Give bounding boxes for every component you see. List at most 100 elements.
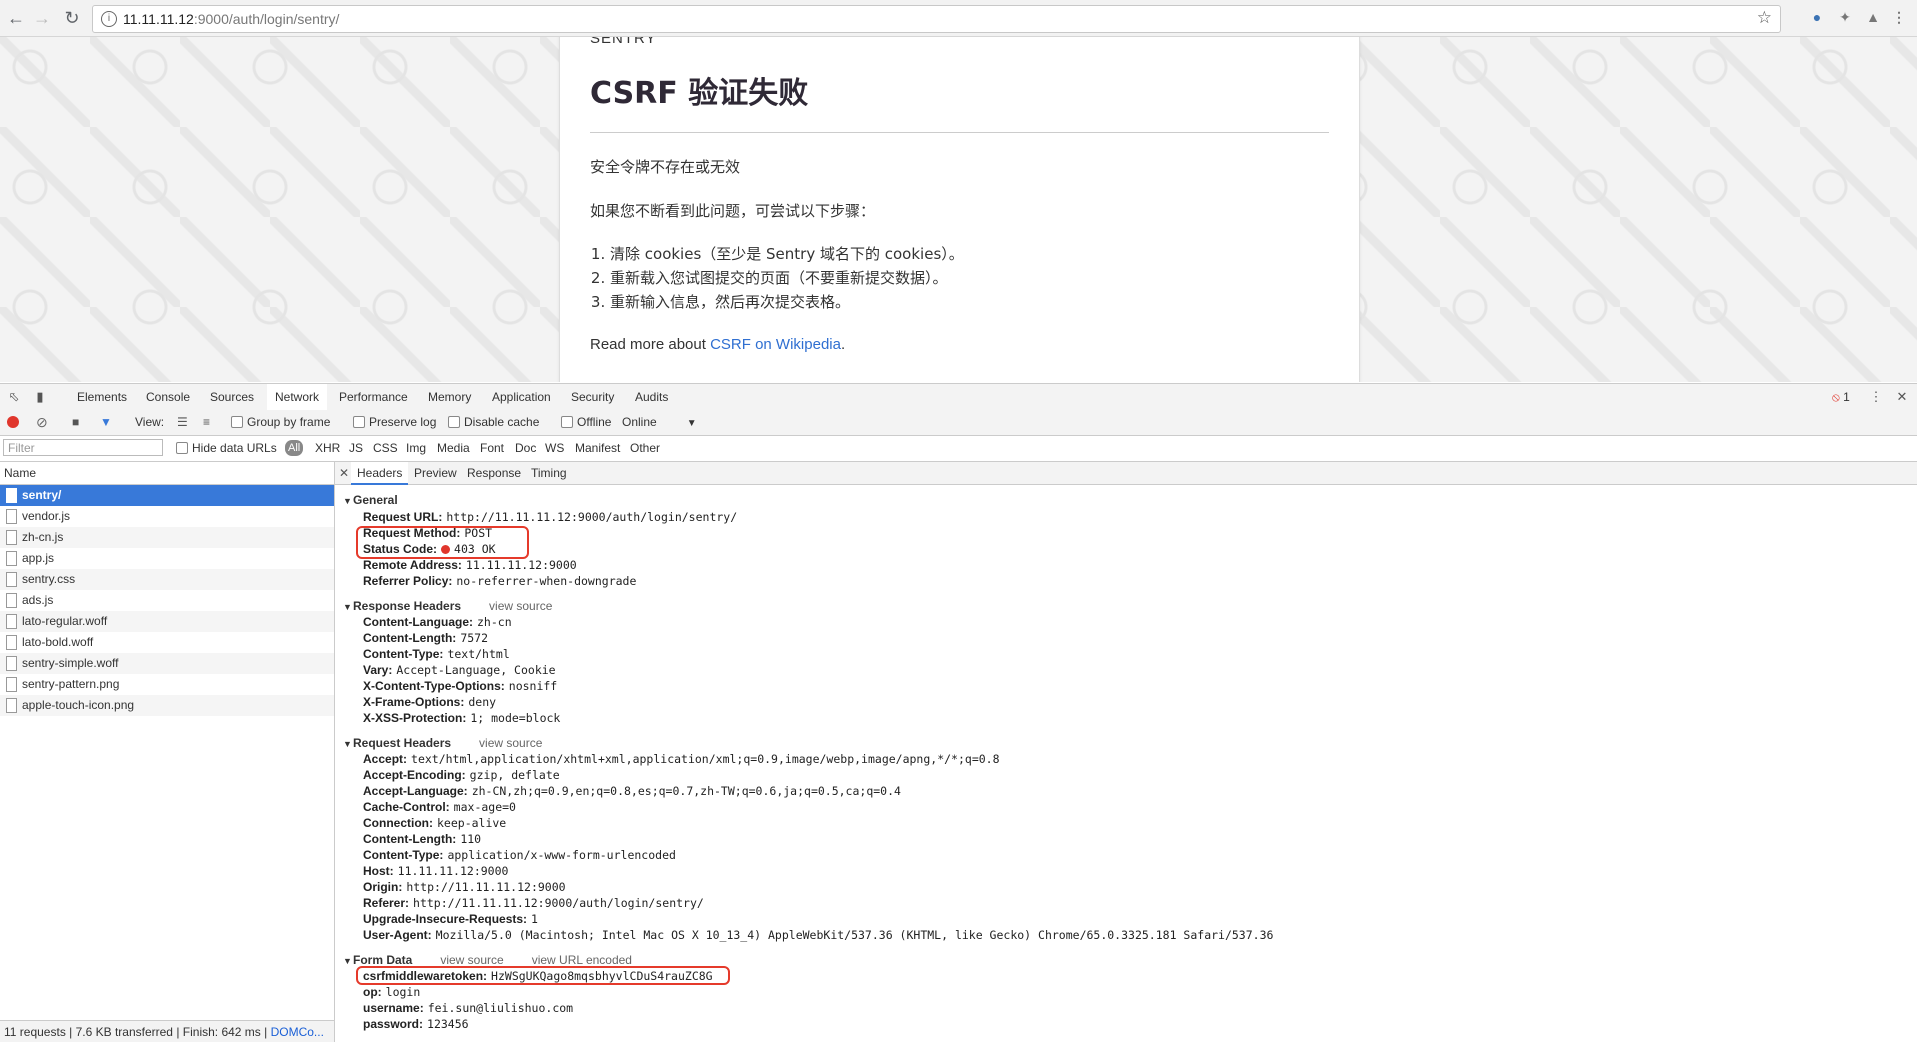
clear-icon[interactable]: ⊘ — [36, 410, 48, 435]
section-form-data[interactable]: ▼Form Data view source view URL encoded — [343, 953, 632, 967]
domcontentloaded-link[interactable]: DOMCo... — [271, 1025, 324, 1039]
filter-all[interactable]: All — [285, 440, 304, 456]
view-url-encoded-link[interactable]: view URL encoded — [532, 953, 632, 967]
request-row[interactable]: sentry-pattern.png — [0, 674, 334, 695]
extension-icon-2[interactable]: ▲ — [1864, 8, 1882, 26]
view-source-link[interactable]: view source — [489, 599, 552, 613]
request-row[interactable]: sentry/ — [0, 485, 334, 506]
request-row[interactable]: app.js — [0, 548, 334, 569]
file-icon — [6, 593, 17, 608]
triangle-down-icon: ▼ — [343, 956, 352, 966]
step-item: 清除 cookies（至少是 Sentry 域名下的 cookies）。 — [610, 242, 964, 266]
header-row: Host: 11.11.11.12:9000 — [363, 864, 509, 878]
steps-list: 清除 cookies（至少是 Sentry 域名下的 cookies）。 重新载… — [590, 242, 964, 314]
bookmark-star-icon[interactable]: ☆ — [1757, 8, 1772, 28]
tab-timing[interactable]: Timing — [531, 462, 567, 484]
filter-xhr[interactable]: XHR — [315, 436, 340, 461]
filter-js[interactable]: JS — [349, 436, 363, 461]
section-request-headers[interactable]: ▼Request Headers view source — [343, 736, 542, 750]
tab-sources[interactable]: Sources — [210, 384, 254, 410]
tab-console[interactable]: Console — [146, 384, 190, 410]
view-source-link[interactable]: view source — [479, 736, 542, 750]
address-bar[interactable]: i 11.11.11.12:9000/auth/login/sentry/ ☆ — [92, 5, 1781, 33]
error-icon: ⦸ — [1832, 390, 1840, 404]
devtools-menu-icon[interactable]: ⋮ — [1868, 389, 1884, 405]
tab-memory[interactable]: Memory — [428, 384, 471, 410]
header-row: Cache-Control: max-age=0 — [363, 800, 516, 814]
tab-elements[interactable]: Elements — [77, 384, 127, 410]
tab-application[interactable]: Application — [492, 384, 551, 410]
form-data-row: password: 123456 — [363, 1017, 469, 1031]
view-source-link[interactable]: view source — [440, 953, 503, 967]
tab-network[interactable]: Network — [267, 384, 328, 412]
tab-preview[interactable]: Preview — [414, 462, 457, 484]
waterfall-icon[interactable]: ≡ — [203, 410, 210, 435]
section-response-headers[interactable]: ▼Response Headers view source — [343, 599, 552, 613]
error-counter[interactable]: ⦸ 1 — [1832, 384, 1850, 410]
header-row: Content-Type: text/html — [363, 647, 510, 661]
filter-ws[interactable]: WS — [545, 436, 564, 461]
extension-icon[interactable]: ✦ — [1836, 8, 1854, 26]
record-icon[interactable] — [7, 410, 19, 435]
header-row: X-XSS-Protection: 1; mode=block — [363, 711, 561, 725]
wikipedia-link[interactable]: CSRF on Wikipedia — [710, 336, 841, 353]
request-row[interactable]: lato-regular.woff — [0, 611, 334, 632]
inspect-element-icon[interactable]: ⬁ — [6, 389, 22, 405]
request-row[interactable]: vendor.js — [0, 506, 334, 527]
request-row[interactable]: ads.js — [0, 590, 334, 611]
page-title: CSRF 验证失败 — [590, 76, 809, 111]
close-details-icon[interactable]: ✕ — [339, 462, 349, 484]
file-icon — [6, 677, 17, 692]
info-icon[interactable]: i — [101, 11, 117, 27]
request-row[interactable]: lato-bold.woff — [0, 632, 334, 653]
annotation-box — [356, 526, 529, 559]
reload-icon[interactable]: ↻ — [60, 6, 84, 30]
header-row: Referer: http://11.11.11.12:9000/auth/log… — [363, 896, 704, 910]
large-rows-icon[interactable]: ☰ — [177, 410, 188, 435]
menu-icon[interactable]: ⋮ — [1890, 8, 1908, 26]
file-icon — [6, 614, 17, 629]
header-row: X-Content-Type-Options: nosniff — [363, 679, 558, 693]
filter-input[interactable]: Filter — [3, 439, 163, 456]
header-row: Content-Type: application/x-www-form-urle… — [363, 848, 676, 862]
tab-security[interactable]: Security — [571, 384, 614, 410]
tab-performance[interactable]: Performance — [339, 384, 408, 410]
filter-font[interactable]: Font — [480, 436, 504, 461]
hide-data-urls-checkbox[interactable]: Hide data URLs — [176, 436, 277, 461]
request-row[interactable]: sentry.css — [0, 569, 334, 590]
filter-media[interactable]: Media — [437, 436, 470, 461]
filter-doc[interactable]: Doc — [515, 436, 536, 461]
error-message: 安全令牌不存在或无效 — [590, 158, 741, 176]
forward-icon[interactable]: → — [30, 6, 54, 30]
header-row: Origin: http://11.11.11.12:9000 — [363, 880, 566, 894]
group-by-frame-checkbox[interactable]: Group by frame — [231, 410, 330, 435]
request-row[interactable]: apple-touch-icon.png — [0, 695, 334, 716]
disable-cache-checkbox[interactable]: Disable cache — [448, 410, 539, 435]
header-row: Content-Language: zh-cn — [363, 615, 512, 629]
tab-headers[interactable]: Headers — [351, 462, 409, 485]
intro-text: 如果您不断看到此问题，可尝试以下步骤： — [590, 202, 876, 220]
filter-img[interactable]: Img — [406, 436, 426, 461]
offline-checkbox[interactable]: Offline — [561, 410, 611, 435]
close-devtools-icon[interactable]: ✕ — [1894, 389, 1910, 405]
tab-response[interactable]: Response — [467, 462, 521, 484]
file-icon — [6, 530, 17, 545]
filter-icon[interactable]: ▼ — [100, 410, 112, 435]
file-icon — [6, 551, 17, 566]
request-row[interactable]: sentry-simple.woff — [0, 653, 334, 674]
back-icon[interactable]: ← — [4, 6, 28, 30]
tab-audits[interactable]: Audits — [635, 384, 668, 410]
header-row: Remote Address: 11.11.11.12:9000 — [363, 558, 577, 572]
throttle-select[interactable]: Online ▼ — [622, 410, 697, 435]
python-extension-icon[interactable]: ● — [1808, 8, 1826, 26]
filter-other[interactable]: Other — [630, 436, 660, 461]
divider — [590, 132, 1329, 133]
device-toolbar-icon[interactable]: ▮ — [32, 389, 48, 405]
filter-css[interactable]: CSS — [373, 436, 398, 461]
name-column-header[interactable]: Name — [0, 462, 334, 485]
request-row[interactable]: zh-cn.js — [0, 527, 334, 548]
filter-manifest[interactable]: Manifest — [575, 436, 620, 461]
section-general[interactable]: ▼General — [343, 493, 398, 507]
screenshot-camera-icon[interactable]: ■ — [72, 410, 79, 435]
preserve-log-checkbox[interactable]: Preserve log — [353, 410, 436, 435]
